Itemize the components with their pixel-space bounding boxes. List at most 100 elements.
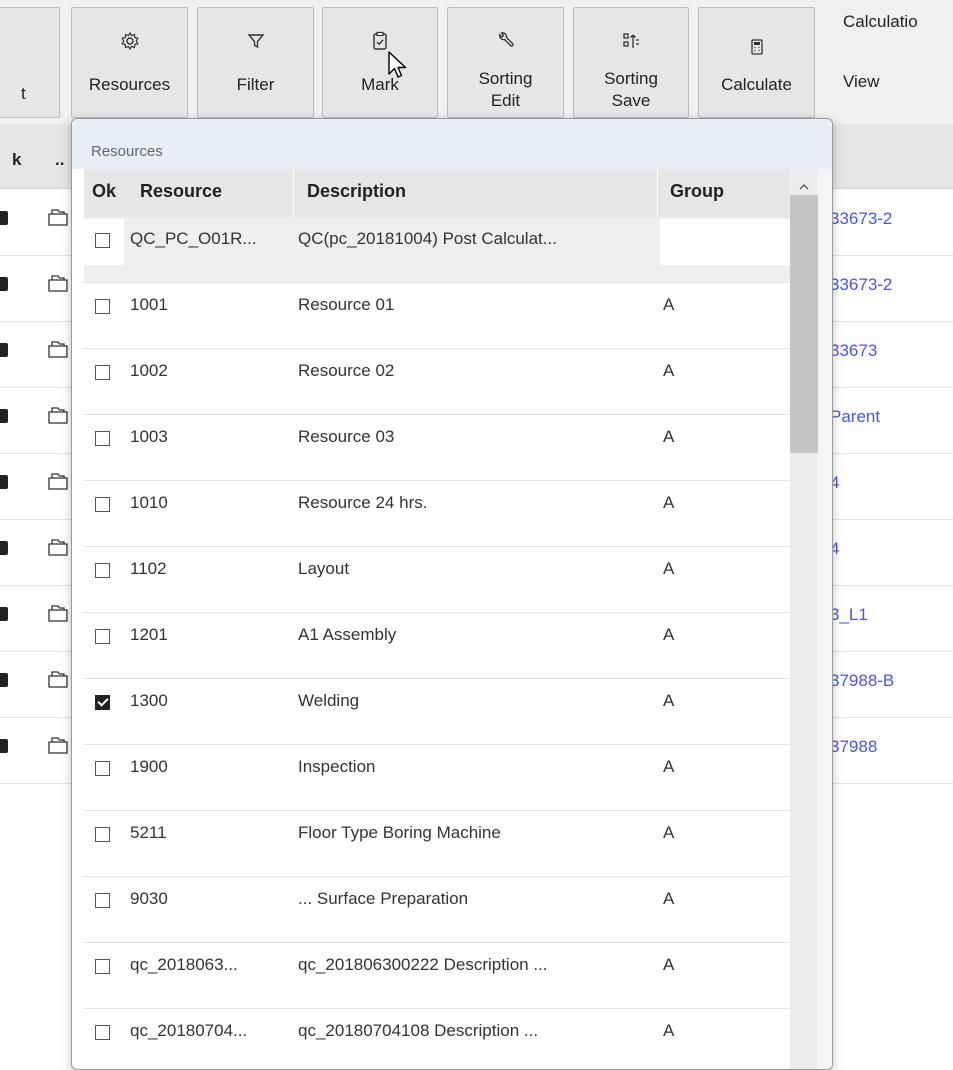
row-checkbox[interactable] xyxy=(95,563,110,578)
description-cell: Layout xyxy=(298,559,350,578)
resource-cell: 1900 xyxy=(130,757,168,776)
row-checkbox[interactable] xyxy=(0,475,8,489)
resource-row[interactable]: 1003 Resource 03 A xyxy=(84,415,790,481)
partial-button-label: t xyxy=(21,84,26,103)
row-checkbox[interactable] xyxy=(95,959,110,974)
folder-icon[interactable] xyxy=(47,339,69,364)
folder-icon[interactable] xyxy=(47,405,69,430)
folder-icon[interactable] xyxy=(47,669,69,694)
row-checkbox[interactable] xyxy=(95,761,110,776)
row-checkbox[interactable] xyxy=(0,607,8,621)
sorting-edit-button-label: Sorting Edit xyxy=(478,69,533,110)
column-divider[interactable] xyxy=(657,169,658,217)
folder-icon[interactable] xyxy=(47,471,69,496)
folder-icon[interactable] xyxy=(47,735,69,760)
description-cell: Floor Type Boring Machine xyxy=(298,823,501,842)
description-cell: Resource 01 xyxy=(298,295,395,314)
row-checkbox[interactable] xyxy=(0,673,8,687)
calculator-icon xyxy=(699,36,814,58)
row-link[interactable]: 33673-2 xyxy=(830,209,892,229)
scrollbar-thumb[interactable] xyxy=(790,195,818,453)
resources-button[interactable]: Resources xyxy=(71,7,188,118)
clipboard-check-icon xyxy=(323,30,437,52)
resource-row[interactable]: 1900 Inspection A xyxy=(84,745,790,811)
row-checkbox[interactable] xyxy=(0,211,8,225)
group-cell: A xyxy=(663,559,675,578)
view-button[interactable]: View xyxy=(843,72,880,92)
wrench-icon xyxy=(448,30,563,52)
resource-cell: 1102 xyxy=(130,559,167,578)
description-cell: QC(pc_20181004) Post Calculat... xyxy=(298,229,557,248)
resource-cell: QC_PC_O01R... xyxy=(130,229,257,248)
row-group-cell xyxy=(660,219,790,265)
row-checkbox[interactable] xyxy=(95,1025,110,1040)
row-checkbox[interactable] xyxy=(95,431,110,446)
mark-button[interactable]: Mark xyxy=(322,7,438,118)
description-cell: qc_20180704108 Description ... xyxy=(298,1021,539,1040)
grid-header-more[interactable]: .. xyxy=(55,150,64,170)
calculation-group-caption: Calculatio xyxy=(843,12,918,31)
row-checkbox[interactable] xyxy=(0,343,8,357)
vertical-scrollbar[interactable] xyxy=(790,169,818,1069)
row-checkbox[interactable] xyxy=(95,497,110,512)
row-link[interactable]: 37988-B xyxy=(830,671,894,691)
filter-icon xyxy=(198,30,313,52)
column-divider[interactable] xyxy=(293,169,294,217)
row-link[interactable]: 33673-2 xyxy=(830,275,892,295)
partial-toolbar-button[interactable]: t xyxy=(0,7,60,118)
group-cell: A xyxy=(663,757,675,776)
row-link[interactable]: 33673 xyxy=(830,341,877,361)
row-checkbox[interactable] xyxy=(95,629,110,644)
resource-row[interactable]: 1002 Resource 02 A xyxy=(84,349,790,415)
row-checkbox[interactable] xyxy=(0,277,8,291)
row-checkbox[interactable] xyxy=(95,893,110,908)
popup-title: Resources xyxy=(91,143,163,160)
row-checkbox[interactable] xyxy=(95,827,110,842)
scroll-up-arrow-icon[interactable] xyxy=(799,177,809,195)
row-link[interactable]: 3_L1 xyxy=(830,605,868,625)
folder-icon[interactable] xyxy=(47,537,69,562)
sorting-edit-button[interactable]: Sorting Edit xyxy=(447,7,564,118)
toolbar: t Resources Filter Mark Sorting Edit Sor… xyxy=(0,0,953,125)
row-checkbox[interactable] xyxy=(95,299,110,314)
resource-row[interactable]: 1102 Layout A xyxy=(84,547,790,613)
resource-row[interactable]: 5211 Floor Type Boring Machine A xyxy=(84,811,790,877)
column-header-description[interactable]: Description xyxy=(307,181,406,202)
row-link[interactable]: 37988 xyxy=(830,737,877,757)
row-checkbox[interactable] xyxy=(0,409,8,423)
popup-right-margin xyxy=(818,169,832,1069)
row-checkbox[interactable] xyxy=(0,739,8,753)
resource-cell: 1010 xyxy=(130,493,168,512)
sort-save-icon xyxy=(574,30,688,52)
column-header-ok[interactable]: Ok xyxy=(92,181,116,202)
column-header-resource[interactable]: Resource xyxy=(140,181,222,202)
row-checkbox[interactable] xyxy=(0,541,8,555)
resource-cell: 1300 xyxy=(130,691,168,710)
resource-row[interactable]: 1001 Resource 01 A xyxy=(84,283,790,349)
resource-row[interactable]: 9030 ... Surface Preparation A xyxy=(84,877,790,943)
resource-row[interactable]: 1201 A1 Assembly A xyxy=(84,613,790,679)
row-checkbox[interactable] xyxy=(95,695,110,710)
resource-row[interactable]: qc_20180704... qc_20180704108 Description… xyxy=(84,1009,790,1069)
description-cell: ... Surface Preparation xyxy=(298,889,469,908)
resource-row[interactable]: 1010 Resource 24 hrs. A xyxy=(84,481,790,547)
sorting-save-button[interactable]: Sorting Save xyxy=(573,7,689,118)
grid-header-ok[interactable]: k xyxy=(12,150,21,170)
row-checkbox[interactable] xyxy=(95,233,110,248)
popup-table-header: Ok Resource Description Group xyxy=(84,169,790,217)
resource-row[interactable]: QC_PC_O01R... QC(pc_20181004) Post Calcul… xyxy=(84,217,790,283)
description-cell: Resource 24 hrs. xyxy=(298,493,428,512)
resource-row[interactable]: 1300 Welding A xyxy=(84,679,790,745)
filter-button[interactable]: Filter xyxy=(197,7,314,118)
row-link[interactable]: Parent xyxy=(830,407,880,427)
resource-cell: 1001 xyxy=(130,295,168,314)
row-checkbox[interactable] xyxy=(95,365,110,380)
folder-icon[interactable] xyxy=(47,207,69,232)
folder-icon[interactable] xyxy=(47,603,69,628)
group-cell: A xyxy=(663,625,675,644)
resource-row[interactable]: qc_2018063... qc_201806300222 Description… xyxy=(84,943,790,1009)
mark-button-label: Mark xyxy=(361,75,399,94)
column-header-group[interactable]: Group xyxy=(670,181,724,202)
calculate-button[interactable]: Calculate xyxy=(698,7,815,118)
folder-icon[interactable] xyxy=(47,273,69,298)
